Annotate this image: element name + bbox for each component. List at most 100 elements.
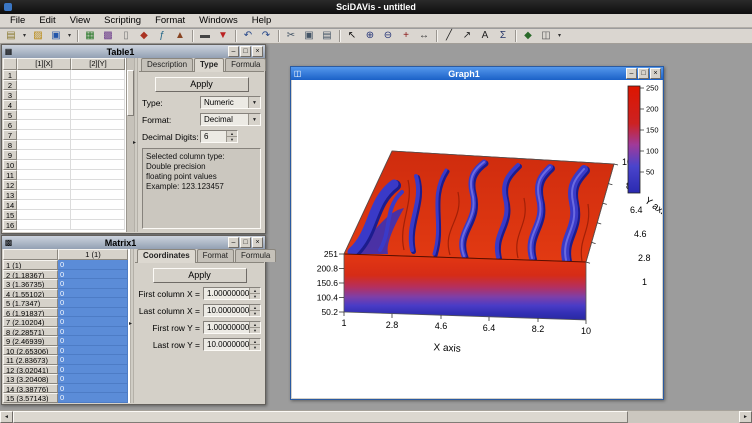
matrix1-cell[interactable]: 0: [58, 279, 128, 289]
menu-help[interactable]: Help: [245, 14, 279, 27]
table1-cell[interactable]: [17, 210, 71, 220]
table1-apply-button[interactable]: Apply: [155, 77, 249, 92]
new-table-icon[interactable]: ▦: [81, 29, 99, 43]
spin-buttons[interactable]: ▴▾: [226, 131, 237, 142]
mdi-hscrollbar[interactable]: ◄ ►: [0, 410, 752, 423]
matrix1-tab-coordinates[interactable]: Coordinates: [137, 249, 196, 263]
scroll-left-button[interactable]: ◄: [0, 411, 13, 423]
table1-cell[interactable]: [17, 190, 71, 200]
spin-buttons[interactable]: ▴▾: [249, 322, 260, 333]
table1-row-header[interactable]: 5: [3, 110, 17, 120]
menu-edit[interactable]: Edit: [32, 14, 62, 27]
menu-scripting[interactable]: Scripting: [97, 14, 148, 27]
table1-cell[interactable]: [71, 220, 125, 230]
print-icon[interactable]: ▬: [196, 29, 214, 43]
matrix1-row-header[interactable]: 12 (3.02041): [3, 365, 58, 375]
matrix1-tab-format[interactable]: Format: [197, 249, 234, 262]
save-project-menu-icon[interactable]: ▾: [65, 29, 74, 43]
table1-tab-type[interactable]: Type: [194, 58, 224, 72]
table1-row-header[interactable]: 4: [3, 100, 17, 110]
paste-icon[interactable]: ▤: [318, 29, 336, 43]
matrix1-row-header[interactable]: 11 (2.83673): [3, 355, 58, 365]
table1-grid[interactable]: [1][X][2][Y]12345678910111213141516: [3, 58, 134, 232]
matrix1-cell[interactable]: 0: [58, 336, 128, 346]
matrix1-cell[interactable]: 0: [58, 298, 128, 308]
table1-row-header[interactable]: 11: [3, 170, 17, 180]
matrix1-row-header[interactable]: 7 (2.10204): [3, 317, 58, 327]
graph1-maximize-button[interactable]: □: [638, 68, 649, 79]
type-select[interactable]: Numeric ▼: [200, 96, 261, 109]
menu-format[interactable]: Format: [148, 14, 192, 27]
draw-arrow-icon[interactable]: ↗: [458, 29, 476, 43]
first-row-y-spinner[interactable]: 1.00000000 ▴▾: [203, 321, 261, 334]
scroll-thumb[interactable]: [13, 411, 628, 423]
add-equation-icon[interactable]: Σ: [494, 29, 512, 43]
matrix1-cell[interactable]: 0: [58, 346, 128, 356]
spin-buttons[interactable]: ▴▾: [249, 288, 260, 299]
table1-tab-description[interactable]: Description: [141, 58, 193, 71]
matrix1-row-header[interactable]: 4 (1.55102): [3, 289, 58, 299]
table1-cell[interactable]: [71, 90, 125, 100]
matrix1-row-header[interactable]: 14 (3.38776): [3, 384, 58, 394]
matrix1-grid[interactable]: 1 (1)1 (1)02 (1.18367)03 (1.36735)04 (1.…: [3, 249, 130, 403]
matrix1-maximize-button[interactable]: □: [240, 237, 251, 248]
table1-cell[interactable]: [17, 200, 71, 210]
table1-cell[interactable]: [71, 140, 125, 150]
table1-cell[interactable]: [71, 70, 125, 80]
table1-column-header-2[interactable]: [2][Y]: [71, 58, 125, 70]
table1-row-header[interactable]: 9: [3, 150, 17, 160]
matrix1-row-header[interactable]: 3 (1.36735): [3, 279, 58, 289]
table1-vscroll-thumb[interactable]: [127, 70, 134, 116]
table1-cell[interactable]: [71, 80, 125, 90]
table1-corner[interactable]: [3, 58, 17, 70]
titlebar[interactable]: SciDAVis - untitled: [0, 0, 752, 14]
new-graph-icon[interactable]: ◆: [135, 29, 153, 43]
matrix1-cell[interactable]: 0: [58, 355, 128, 365]
table1-cell[interactable]: [71, 210, 125, 220]
table1-cell[interactable]: [17, 90, 71, 100]
table1-row-header[interactable]: 7: [3, 130, 17, 140]
table1-cell[interactable]: [17, 110, 71, 120]
table1-cell[interactable]: [71, 160, 125, 170]
format-select[interactable]: Decimal ▼: [200, 113, 261, 126]
matrix1-column-header[interactable]: 1 (1): [58, 249, 128, 260]
scroll-right-button[interactable]: ►: [739, 411, 752, 423]
new-note-icon[interactable]: ▯: [117, 29, 135, 43]
matrix1-row-header[interactable]: 5 (1.7347): [3, 298, 58, 308]
table1-row-header[interactable]: 2: [3, 80, 17, 90]
new-matrix-icon[interactable]: ▩: [99, 29, 117, 43]
matrix1-row-header[interactable]: 9 (2.46939): [3, 336, 58, 346]
matrix1-cell[interactable]: 0: [58, 317, 128, 327]
table1-cell[interactable]: [71, 150, 125, 160]
graph1-minimize-button[interactable]: –: [626, 68, 637, 79]
table1-close-button[interactable]: ×: [252, 46, 263, 57]
table1-cell[interactable]: [17, 160, 71, 170]
matrix1-row-header[interactable]: 2 (1.18367): [3, 270, 58, 280]
table1-row-header[interactable]: 12: [3, 180, 17, 190]
table1-minimize-button[interactable]: –: [228, 46, 239, 57]
matrix1-cell[interactable]: 0: [58, 365, 128, 375]
table1-row-header[interactable]: 16: [3, 220, 17, 230]
table1-column-header-1[interactable]: [1][X]: [17, 58, 71, 70]
spin-buttons[interactable]: ▴▾: [249, 305, 260, 316]
matrix1-titlebar[interactable]: ▩ Matrix1 – □ ×: [2, 236, 265, 249]
last-row-y-spinner[interactable]: 10.0000000 ▴▾: [203, 338, 261, 351]
data-reader-icon[interactable]: +: [397, 29, 415, 43]
menu-file[interactable]: File: [3, 14, 32, 27]
table1-cell[interactable]: [71, 100, 125, 110]
duplicate-window-icon[interactable]: ◫: [537, 29, 555, 43]
export-pdf-icon[interactable]: ▼: [214, 29, 232, 43]
matrix1-cell[interactable]: 0: [58, 384, 128, 394]
table1-row-header[interactable]: 13: [3, 190, 17, 200]
table1-row-header[interactable]: 1: [3, 70, 17, 80]
menu-view[interactable]: View: [63, 14, 97, 27]
table1-tab-formula[interactable]: Formula: [225, 58, 266, 71]
splitter-collapse-icon[interactable]: ▸: [133, 140, 136, 146]
matrix1-close-button[interactable]: ×: [252, 237, 263, 248]
table1-row-header[interactable]: 8: [3, 140, 17, 150]
last-column-x-spinner[interactable]: 10.0000000 ▴▾: [203, 304, 261, 317]
table1-cell[interactable]: [71, 120, 125, 130]
table1-cell[interactable]: [17, 180, 71, 190]
table1-cell[interactable]: [17, 80, 71, 90]
new-3d-surface-icon[interactable]: ▲: [171, 29, 189, 43]
